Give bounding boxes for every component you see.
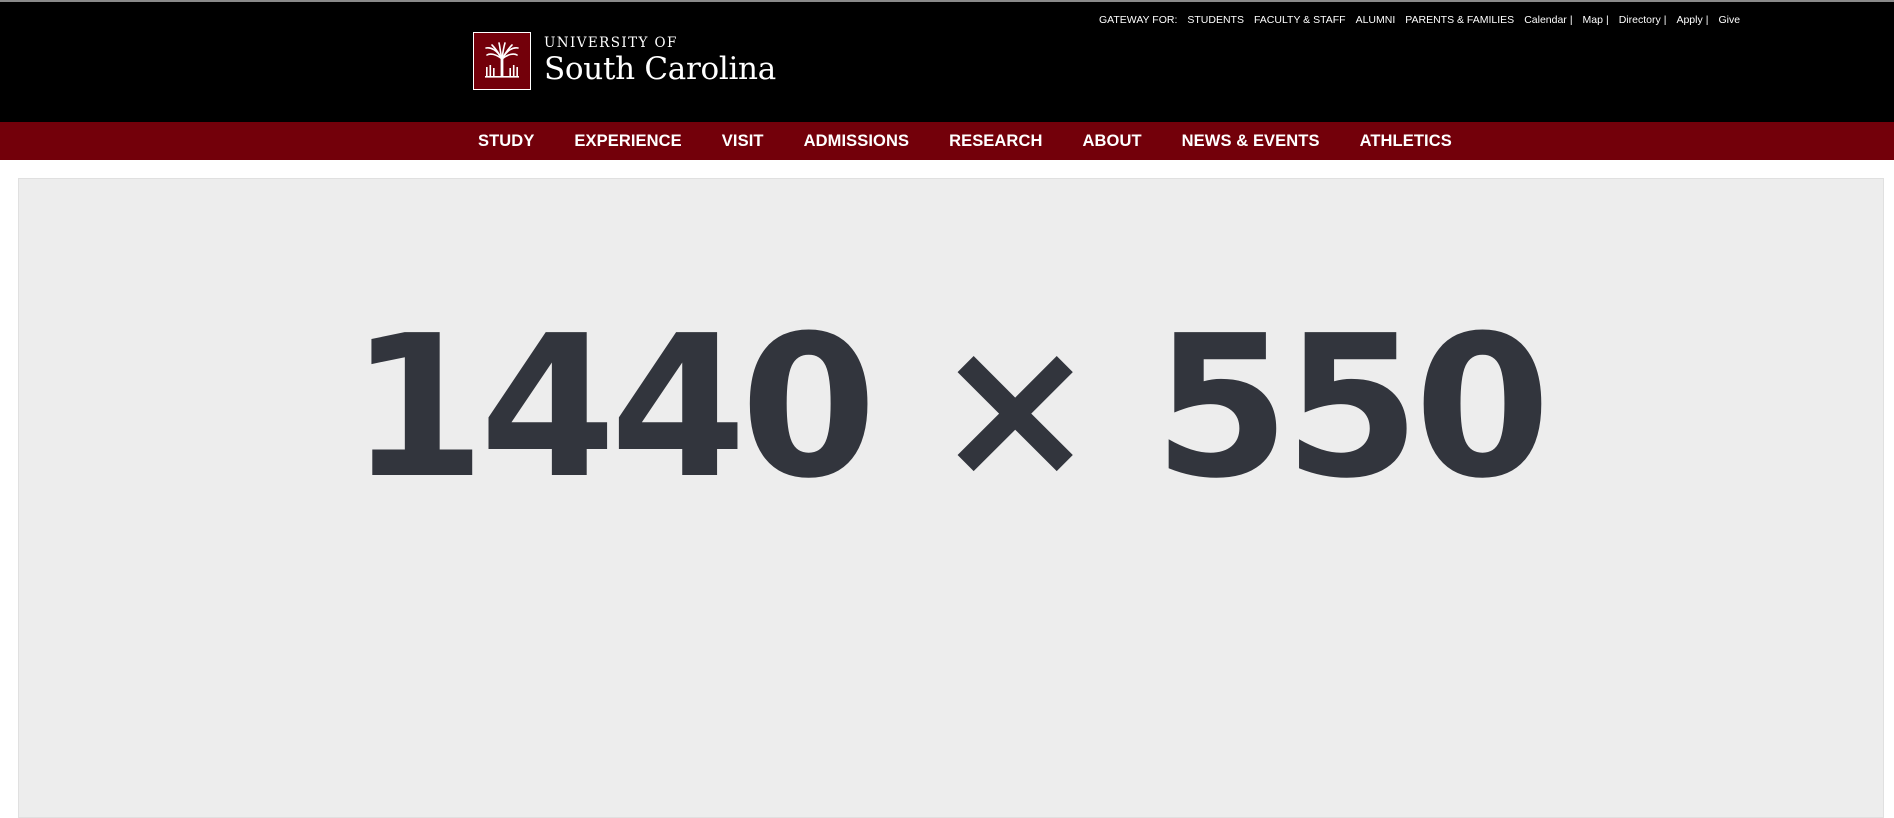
separator: | <box>1605 14 1609 26</box>
wordmark-line-2: South Carolina <box>544 50 776 87</box>
separator: | <box>1663 14 1667 26</box>
palmetto-tree-icon <box>473 32 531 90</box>
directory-link[interactable]: Directory <box>1619 14 1661 26</box>
nav-item-admissions[interactable]: ADMISSIONS <box>804 132 910 151</box>
utility-item-map: Map | <box>1583 14 1609 26</box>
gateway-link-students[interactable]: STUDENTS <box>1187 14 1244 26</box>
main-nav-items: STUDY EXPERIENCE VISIT ADMISSIONS RESEAR… <box>478 122 1492 160</box>
university-wordmark: UNIVERSITY OF South Carolina <box>544 34 776 87</box>
nav-item-news-events[interactable]: NEWS & EVENTS <box>1182 132 1320 151</box>
utility-item-give: Give <box>1718 14 1740 26</box>
utility-nav: GATEWAY FOR: STUDENTS FACULTY & STAFF AL… <box>1099 12 1750 28</box>
wordmark-line-1: UNIVERSITY OF <box>544 34 678 51</box>
nav-item-study[interactable]: STUDY <box>478 132 534 151</box>
nav-item-research[interactable]: RESEARCH <box>949 132 1042 151</box>
gateway-link-alumni[interactable]: ALUMNI <box>1356 14 1396 26</box>
gateway-link-faculty-staff[interactable]: FACULTY & STAFF <box>1254 14 1346 26</box>
utility-item-calendar: Calendar | <box>1524 14 1572 26</box>
main-nav: STUDY EXPERIENCE VISIT ADMISSIONS RESEAR… <box>0 122 1894 160</box>
gateway-link-parents-families[interactable]: PARENTS & FAMILIES <box>1405 14 1514 26</box>
apply-link[interactable]: Apply <box>1676 14 1702 26</box>
map-link[interactable]: Map <box>1583 14 1603 26</box>
separator: | <box>1569 14 1573 26</box>
separator: | <box>1705 14 1709 26</box>
calendar-link[interactable]: Calendar <box>1524 14 1567 26</box>
gateway-label: GATEWAY FOR: <box>1099 14 1178 26</box>
nav-item-athletics[interactable]: ATHLETICS <box>1360 132 1452 151</box>
hero-placeholder-text: 1440 × 550 <box>349 294 1550 522</box>
utility-item-directory: Directory | <box>1619 14 1667 26</box>
university-logo-link[interactable]: UNIVERSITY OF South Carolina <box>473 32 776 90</box>
nav-item-visit[interactable]: VISIT <box>722 132 764 151</box>
utility-item-apply: Apply | <box>1676 14 1708 26</box>
nav-item-experience[interactable]: EXPERIENCE <box>574 132 681 151</box>
site-header: GATEWAY FOR: STUDENTS FACULTY & STAFF AL… <box>0 0 1894 122</box>
nav-item-about[interactable]: ABOUT <box>1082 132 1141 151</box>
give-link[interactable]: Give <box>1718 14 1740 26</box>
